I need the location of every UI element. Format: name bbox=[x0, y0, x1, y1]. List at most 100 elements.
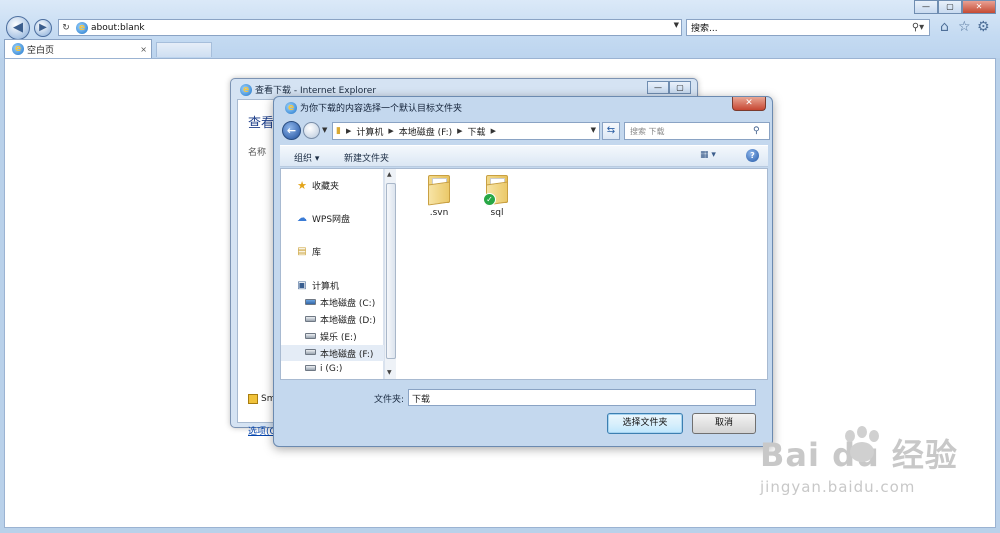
computer-icon: ▣ bbox=[297, 280, 307, 291]
nav-item-drive-d[interactable]: 本地磁盘 (D:) bbox=[303, 313, 376, 326]
new-folder-button[interactable]: 新建文件夹 bbox=[344, 151, 389, 164]
nav-item-wps-cloud[interactable]: ☁ WPS网盘 bbox=[295, 212, 350, 225]
refresh-icon[interactable]: ↻ bbox=[59, 23, 73, 33]
scroll-up-icon[interactable]: ▲ bbox=[387, 171, 392, 178]
tab-ie-icon: e bbox=[12, 43, 24, 55]
nav-item-drive-g[interactable]: i (G:) bbox=[303, 364, 342, 374]
dialog-forward-button[interactable] bbox=[303, 122, 320, 139]
search-bar[interactable]: 搜索... ⚲▾ bbox=[686, 19, 930, 36]
nav-item-label: i (G:) bbox=[320, 364, 343, 374]
scrollbar-thumb[interactable] bbox=[386, 183, 396, 359]
search-icon[interactable]: ⚲▾ bbox=[907, 22, 929, 33]
nav-item-computer[interactable]: ▣ 计算机 bbox=[295, 279, 339, 292]
folder-icon: ✓ bbox=[483, 175, 510, 206]
smartscreen-shield-icon bbox=[248, 394, 258, 404]
dialog-title-text: 为你下载的内容选择一个默认目标文件夹 bbox=[300, 104, 463, 114]
baidu-watermark: Bai du 经验 jingyan.baidu.com bbox=[760, 426, 958, 496]
watermark-url: jingyan.baidu.com bbox=[760, 478, 916, 496]
dialog-title: e 为你下载的内容选择一个默认目标文件夹 bbox=[282, 101, 462, 114]
nav-item-label: 收藏夹 bbox=[312, 182, 340, 192]
new-tab-button[interactable] bbox=[156, 42, 212, 57]
nav-item-label: 本地磁盘 (F:) bbox=[320, 349, 374, 360]
recent-locations-dropdown-icon[interactable]: ▼ bbox=[322, 126, 327, 134]
nav-item-drive-e[interactable]: 娱乐 (E:) bbox=[303, 330, 357, 343]
dialog-toolbar: 组织 ▾ 新建文件夹 ▦ ▾ ? bbox=[280, 145, 768, 167]
breadcrumb-arrow-icon[interactable]: ▶ bbox=[386, 127, 395, 135]
dialog-body: ★ 收藏夹 ☁ WPS网盘 ▤ 库 ▣ 计算机 本地磁盘 (C:) 本地磁盘 ( bbox=[280, 168, 768, 380]
folder-item-svn[interactable]: .svn bbox=[417, 175, 461, 218]
nav-item-label: 娱乐 (E:) bbox=[320, 333, 357, 343]
folder-icon: ▮ bbox=[336, 126, 341, 136]
dialog-ie-icon: e bbox=[285, 101, 297, 114]
files-pane: .svn ✓ sql bbox=[397, 169, 767, 379]
dialog-search-box[interactable]: 搜索 下载 ⚲ bbox=[624, 122, 770, 140]
downloads-window-controls: — ▢ bbox=[647, 81, 691, 94]
scroll-down-icon[interactable]: ▼ bbox=[387, 369, 392, 376]
breadcrumb-arrow-icon[interactable]: ▶ bbox=[489, 127, 498, 135]
nav-item-label: 本地磁盘 (C:) bbox=[320, 299, 376, 309]
home-icon[interactable]: ⌂ bbox=[940, 19, 949, 35]
minimize-button[interactable]: — bbox=[914, 0, 938, 14]
back-button[interactable]: ◀ bbox=[6, 16, 30, 40]
maximize-button[interactable]: ▢ bbox=[938, 0, 962, 14]
forward-button[interactable]: ▶ bbox=[34, 19, 52, 37]
address-dropdown-icon[interactable]: ▼ bbox=[674, 21, 679, 29]
dialog-nav-bar: ← ▼ ▮ ▶ 计算机 ▶ 本地磁盘 (F:) ▶ 下载 ▶ ▼ ⇆ 搜索 下载… bbox=[282, 119, 770, 143]
tab-close-icon[interactable]: × bbox=[140, 45, 151, 54]
downloads-ie-icon: e bbox=[240, 83, 252, 96]
view-options-icon[interactable]: ▦ ▾ bbox=[700, 150, 716, 160]
folder-field-label: 文件夹: bbox=[374, 395, 405, 405]
browser-chrome: — ▢ ✕ ◀ ▶ ↻ e about:blank ▼ 搜索... ⚲▾ ⌂ ☆… bbox=[0, 0, 1000, 58]
folder-field[interactable]: 下载 bbox=[408, 389, 756, 406]
system-drive-icon bbox=[303, 298, 317, 308]
smartscreen-row: Sm bbox=[248, 394, 275, 404]
close-button[interactable]: ✕ bbox=[962, 0, 996, 14]
breadcrumb-dropdown-icon[interactable]: ▼ bbox=[591, 126, 596, 134]
nav-item-label: 库 bbox=[312, 248, 322, 258]
drive-icon bbox=[303, 332, 317, 342]
baidu-paw-logo-icon bbox=[845, 426, 879, 462]
tab-row: e 空白页 × bbox=[0, 38, 1000, 58]
search-input[interactable]: 搜索... bbox=[691, 21, 907, 34]
nav-item-favorites[interactable]: ★ 收藏夹 bbox=[295, 179, 339, 192]
library-icon: ▤ bbox=[297, 246, 307, 257]
dialog-search-icon[interactable]: ⚲ bbox=[753, 126, 769, 136]
nav-item-library[interactable]: ▤ 库 bbox=[295, 245, 321, 258]
drive-icon bbox=[303, 364, 317, 374]
folder-name: .svn bbox=[429, 208, 449, 218]
nav-item-drive-f[interactable]: 本地磁盘 (F:) bbox=[281, 345, 384, 361]
downloads-maximize-button[interactable]: ▢ bbox=[669, 81, 691, 94]
folder-icon bbox=[426, 175, 452, 206]
organize-button[interactable]: 组织 ▾ bbox=[294, 151, 319, 164]
navigation-pane: ★ 收藏夹 ☁ WPS网盘 ▤ 库 ▣ 计算机 本地磁盘 (C:) 本地磁盘 ( bbox=[281, 169, 384, 379]
nav-item-drive-c[interactable]: 本地磁盘 (C:) bbox=[303, 296, 375, 309]
nav-item-label: WPS网盘 bbox=[312, 215, 351, 225]
refresh-button[interactable]: ⇆ bbox=[602, 122, 620, 140]
navigation-scrollbar[interactable]: ▲ ▼ bbox=[384, 169, 396, 379]
breadcrumb-arrow-icon[interactable]: ▶ bbox=[344, 127, 353, 135]
downloads-title-text: 查看下载 - Internet Explorer bbox=[255, 86, 377, 96]
gear-icon[interactable]: ⚙ bbox=[977, 19, 990, 35]
dialog-back-button[interactable]: ← bbox=[282, 121, 301, 140]
downloads-column-name: 名称 bbox=[248, 148, 267, 158]
dialog-close-button[interactable]: ✕ bbox=[732, 97, 766, 111]
breadcrumb-downloads[interactable]: 下载 bbox=[465, 125, 489, 138]
star-icon[interactable]: ☆ bbox=[958, 19, 971, 35]
downloads-minimize-button[interactable]: — bbox=[647, 81, 669, 94]
cloud-icon: ☁ bbox=[297, 213, 307, 224]
address-bar[interactable]: ↻ e about:blank ▼ bbox=[58, 19, 682, 36]
drive-icon bbox=[303, 348, 317, 358]
folder-item-sql[interactable]: ✓ sql bbox=[475, 175, 519, 218]
breadcrumb-drive-f[interactable]: 本地磁盘 (F:) bbox=[396, 125, 455, 138]
dialog-search-input[interactable]: 搜索 下载 bbox=[630, 126, 753, 137]
sync-check-icon: ✓ bbox=[483, 193, 496, 206]
nav-item-label: 本地磁盘 (D:) bbox=[320, 316, 376, 326]
breadcrumb[interactable]: ▮ ▶ 计算机 ▶ 本地磁盘 (F:) ▶ 下载 ▶ ▼ bbox=[332, 122, 600, 140]
cancel-button[interactable]: 取消 bbox=[692, 413, 756, 434]
select-folder-button[interactable]: 选择文件夹 bbox=[607, 413, 683, 434]
address-text: about:blank bbox=[91, 22, 145, 33]
breadcrumb-arrow-icon[interactable]: ▶ bbox=[455, 127, 464, 135]
tab-blank-page[interactable]: e 空白页 × bbox=[4, 39, 152, 58]
help-icon[interactable]: ? bbox=[746, 149, 759, 162]
breadcrumb-computer[interactable]: 计算机 bbox=[353, 125, 386, 138]
